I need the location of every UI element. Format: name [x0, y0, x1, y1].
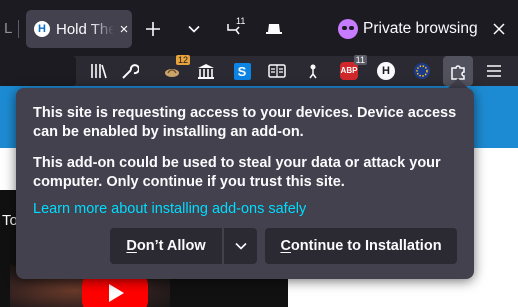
- panel-message: This site is requesting access to your d…: [33, 105, 457, 140]
- tab-active[interactable]: H Hold The Front Page ×: [26, 10, 132, 48]
- library-icon: [91, 64, 107, 79]
- hat-icon: [266, 24, 282, 34]
- chevron-down-icon: [234, 242, 247, 250]
- dont-allow-button[interactable]: Don’t Allow: [110, 228, 222, 264]
- pin-extension-button[interactable]: [301, 59, 325, 83]
- extension-button-a[interactable]: 12: [160, 55, 190, 83]
- reader-icon: [268, 64, 286, 78]
- tab-strip: L H Hold The Front Page × 11 Private bro…: [0, 0, 518, 56]
- extension-a-badge: 12: [175, 55, 190, 65]
- private-browsing-label: Private browsing: [363, 20, 478, 37]
- url-bar[interactable]: [0, 56, 76, 86]
- eu-flag-icon: [414, 63, 430, 79]
- new-tab-button[interactable]: [138, 14, 168, 44]
- panel-warning: This add-on could be used to steal your …: [33, 155, 441, 190]
- s-extension-icon: S: [233, 62, 251, 80]
- private-mask-icon: [338, 19, 358, 39]
- pin-icon: [309, 64, 317, 79]
- plus-icon: [146, 22, 160, 36]
- list-all-tabs-button[interactable]: [179, 14, 209, 44]
- tab-title: Hold The Front Page: [56, 20, 114, 38]
- wrench-icon: [122, 64, 139, 79]
- tab-separator: [18, 20, 19, 38]
- deny-split-button: Don’t Allow: [110, 228, 257, 264]
- window-close-button[interactable]: [484, 14, 514, 44]
- h-extension-button[interactable]: H: [374, 59, 398, 83]
- continue-label: ontinue to Installation: [290, 238, 442, 254]
- site-favicon-icon: H: [34, 21, 50, 37]
- library-button[interactable]: [87, 59, 111, 83]
- deny-options-dropdown[interactable]: [224, 228, 257, 264]
- firefox-view-badge: 11: [234, 16, 248, 26]
- adblock-button[interactable]: ABP 11: [337, 55, 367, 83]
- reader-view-button[interactable]: [265, 59, 289, 83]
- previous-tab[interactable]: L: [0, 14, 18, 44]
- eu-extension-button[interactable]: [410, 59, 434, 83]
- private-browsing-indicator: Private browsing: [338, 14, 478, 44]
- incognito-hat-button[interactable]: [259, 14, 289, 44]
- continue-to-installation-button[interactable]: Continue to Installation: [265, 228, 457, 264]
- menu-icon: [487, 65, 501, 77]
- nav-toolbar: 12 S ABP 11 H: [0, 55, 518, 86]
- adblock-badge: 11: [353, 55, 367, 65]
- close-icon: [493, 23, 505, 35]
- developer-tools-button[interactable]: [118, 59, 142, 83]
- chevron-down-icon: [188, 25, 200, 33]
- previous-tab-label: L: [4, 20, 13, 37]
- app-menu-button[interactable]: [482, 59, 506, 83]
- continue-accesskey: C: [280, 238, 291, 254]
- s-extension-button[interactable]: S: [230, 59, 254, 83]
- h-extension-icon: H: [377, 62, 395, 80]
- dont-allow-label: on’t Allow: [136, 238, 206, 254]
- tab-close-button[interactable]: ×: [116, 21, 132, 38]
- museum-icon: [198, 64, 214, 79]
- dont-allow-accesskey: D: [126, 238, 137, 254]
- firefox-view-button[interactable]: 11: [219, 14, 249, 44]
- learn-more-link[interactable]: Learn more about installing add-ons safe…: [33, 201, 306, 217]
- site-permission-addon-panel: This site is requesting access to your d…: [16, 88, 474, 279]
- museum-extension-button[interactable]: [194, 59, 218, 83]
